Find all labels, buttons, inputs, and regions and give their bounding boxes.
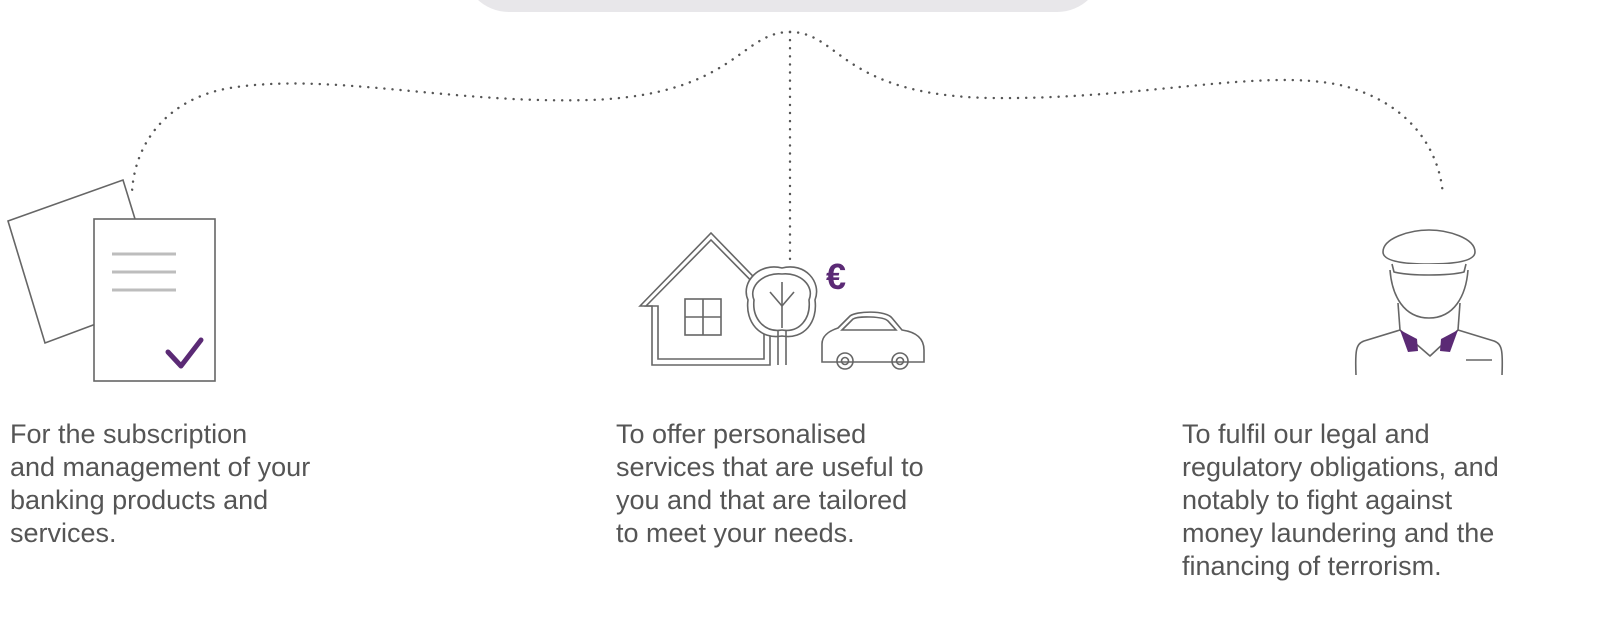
tree-icon — [745, 266, 818, 365]
caption-line: To fulfil our legal and — [1182, 419, 1430, 449]
car-icon — [821, 311, 925, 370]
caption-line: to meet your needs. — [616, 518, 855, 548]
caption-subscription: For the subscription and management of y… — [10, 418, 310, 550]
caption-line: For the subscription — [10, 419, 248, 449]
connector-left — [130, 30, 792, 194]
caption-line: you and that are tailored — [616, 485, 908, 515]
caption-legal-obligations: To fulfil our legal and regulatory oblig… — [1182, 418, 1499, 583]
connector-right — [788, 30, 1445, 198]
caption-line: services. — [10, 518, 117, 548]
caption-line: banking products and — [10, 485, 269, 515]
dotted-connectors — [130, 30, 1445, 264]
officer-icon — [1354, 229, 1504, 376]
caption-personalised-services: To offer personalised services that are … — [616, 418, 924, 550]
caption-line: notably to fight against — [1182, 485, 1453, 515]
caption-line: money laundering and the — [1182, 518, 1495, 548]
caption-line: and management of your — [10, 452, 311, 482]
euro-icon: € — [826, 256, 846, 297]
caption-line: To offer personalised — [616, 419, 867, 449]
documents-icon — [7, 178, 216, 382]
caption-line: services that are useful to — [616, 452, 924, 482]
caption-line: financing of terrorism. — [1182, 551, 1442, 581]
caption-line: regulatory obligations, and — [1182, 452, 1499, 482]
